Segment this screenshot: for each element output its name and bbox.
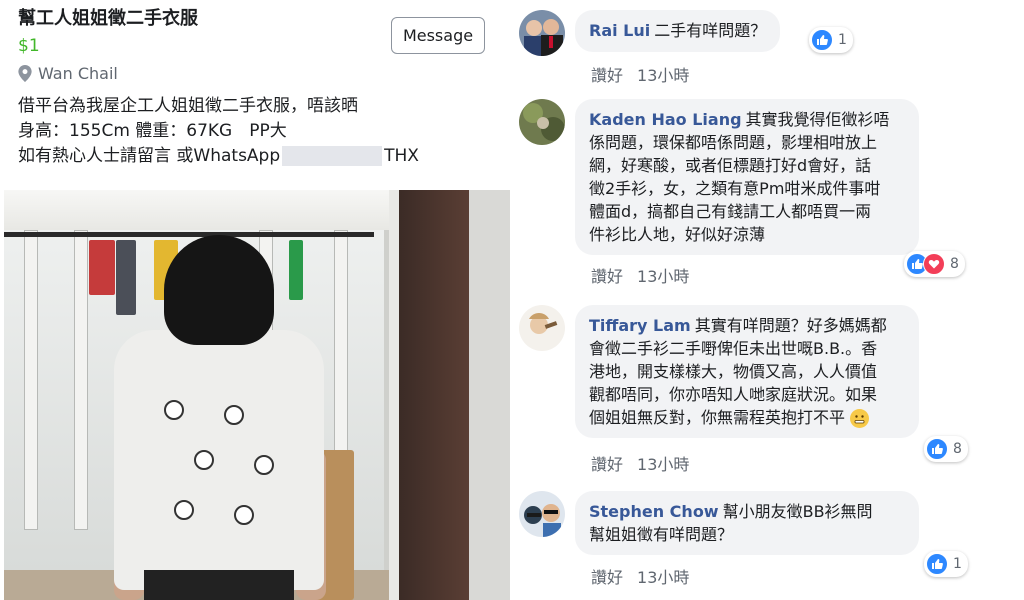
comment-bubble: Stephen Chow 幫小朋友徵BB衫無問 幫姐姐徵有咩問題？: [575, 491, 919, 555]
shirt-print: [194, 450, 214, 470]
reaction-summary[interactable]: 1: [809, 27, 853, 53]
redacted-phone: [282, 146, 383, 166]
avatar-image-icon: [519, 491, 565, 537]
avatar[interactable]: [519, 10, 565, 56]
comment-bubble: Kaden Hao Liang 其實我覺得佢徵衫唔 係問題，環保都唔係問題，影埋相…: [575, 99, 919, 255]
marketplace-listing: 幫工人姐姐徵二手衣服 $1 Message Wan Chail 借平台為我屋企工…: [0, 0, 510, 600]
comment-text: 體面d，搞都自己有錢請工人都唔買一兩: [589, 202, 872, 221]
comment-text: 幫小朋友徵BB衫無問: [722, 502, 873, 521]
grimace-emoji-icon: [850, 409, 870, 428]
comment-bubble: Tiffary Lam 其實有咩問題？好多媽媽都 會徵二手衫二手嘢俾佢未出世嘅B.…: [575, 305, 919, 438]
like-button[interactable]: 讚好: [591, 568, 623, 587]
listing-price: $1: [18, 36, 40, 56]
listing-title: 幫工人姐姐徵二手衣服: [18, 8, 198, 29]
comment-actions: 讚好 13小時: [591, 451, 689, 475]
shirt-print: [224, 405, 244, 425]
comment-text: 網，好寒酸，或者佢標題打好d會好，話: [589, 156, 872, 175]
comment-text: 幫姐姐徵有咩問題？: [589, 525, 734, 544]
reaction-summary[interactable]: 8: [924, 436, 968, 462]
comment-time[interactable]: 13小時: [637, 568, 689, 587]
comment-text: 其實我覺得佢徵衫唔: [745, 110, 890, 129]
message-button[interactable]: Message: [391, 17, 485, 54]
desc-text: THX: [384, 146, 419, 166]
hair: [164, 235, 274, 345]
desc-text: 如有熱心人士請留言 或WhatsApp: [18, 146, 281, 166]
avatar-image-icon: [519, 305, 565, 351]
comment-time[interactable]: 13小時: [637, 455, 689, 474]
desc-line: 身高：155Cm 體重：67KG PP大: [18, 121, 287, 141]
comment-time[interactable]: 13小時: [637, 267, 689, 286]
comment-author[interactable]: Tiffary Lam: [589, 316, 691, 335]
desc-line: 借平台為我屋企工人姐姐徵二手衣服，唔該晒: [18, 96, 358, 116]
comment-text: 二手有咩問題？: [654, 21, 767, 40]
window-frame: [24, 230, 38, 530]
hanging-cloth: [289, 240, 303, 300]
comment-bubble: Rai Lui 二手有咩問題？: [575, 10, 781, 52]
comment-text: 港地，開支樣樣大，物價又高，人人價值: [589, 362, 878, 381]
map-pin-icon: [18, 65, 32, 82]
like-reaction-icon: [926, 438, 948, 460]
comment-text: 觀都唔同，你亦唔知人哋家庭狀況。如果: [589, 385, 878, 404]
pants: [144, 570, 294, 600]
hanging-cloth: [89, 240, 115, 295]
comment-text: 徵2手衫，女，之類有意Pm咁米成件事咁: [589, 179, 881, 198]
comment-text: 係問題，環保都唔係問題，影埋相咁放上: [589, 133, 878, 152]
reaction-count: 8: [953, 441, 962, 457]
reaction-summary[interactable]: 8: [904, 251, 965, 277]
like-button[interactable]: 讚好: [591, 455, 623, 474]
comment-text: 件衫比人地，好似好涼薄: [589, 225, 766, 244]
comment-text: 其實有咩問題？好多媽媽都: [694, 316, 887, 335]
window-frame: [74, 230, 88, 530]
avatar[interactable]: [519, 305, 565, 351]
listing-photo[interactable]: [4, 190, 510, 600]
reaction-summary[interactable]: 1: [924, 551, 968, 577]
comment-actions: 讚好 13小時: [591, 263, 689, 287]
wall: [469, 190, 510, 600]
t-shirt: [114, 330, 324, 590]
reaction-count: 1: [838, 32, 847, 48]
comment-author[interactable]: Stephen Chow: [589, 502, 719, 521]
comment-time[interactable]: 13小時: [637, 66, 689, 85]
like-reaction-icon: [811, 29, 833, 51]
like-reaction-icon: [926, 553, 948, 575]
listing-location: Wan Chail: [18, 64, 118, 83]
shirt-print: [254, 455, 274, 475]
shirt-print: [234, 505, 254, 525]
avatar[interactable]: [519, 491, 565, 537]
love-reaction-icon: [923, 253, 945, 275]
comment-actions: 讚好 13小時: [591, 62, 689, 86]
avatar-image-icon: [519, 10, 565, 56]
listing-description: 借平台為我屋企工人姐姐徵二手衣服，唔該晒 身高：155Cm 體重：67KG PP…: [18, 94, 419, 169]
like-button[interactable]: 讚好: [591, 66, 623, 85]
like-button[interactable]: 讚好: [591, 267, 623, 286]
reaction-count: 8: [950, 256, 959, 272]
ceiling: [4, 190, 404, 230]
comment-text: 會徵二手衫二手嘢俾佢未出世嘅B.B.。香: [589, 339, 878, 358]
avatar[interactable]: [519, 99, 565, 145]
comment-author[interactable]: Kaden Hao Liang: [589, 110, 742, 129]
desc-line: 如有熱心人士請留言 或WhatsApp THX: [18, 144, 419, 169]
comment-text: 個姐姐無反對，你無需程英抱打不平: [589, 408, 846, 427]
location-label: Wan Chail: [38, 64, 118, 83]
reaction-count: 1: [953, 556, 962, 572]
avatar-image-icon: [519, 99, 565, 145]
hanging-cloth: [116, 240, 136, 315]
shirt-print: [164, 400, 184, 420]
door: [399, 190, 469, 600]
comment-actions: 讚好 13小時: [591, 564, 689, 588]
comment-author[interactable]: Rai Lui: [589, 21, 650, 40]
curtain-rod: [4, 232, 374, 237]
shirt-print: [174, 500, 194, 520]
